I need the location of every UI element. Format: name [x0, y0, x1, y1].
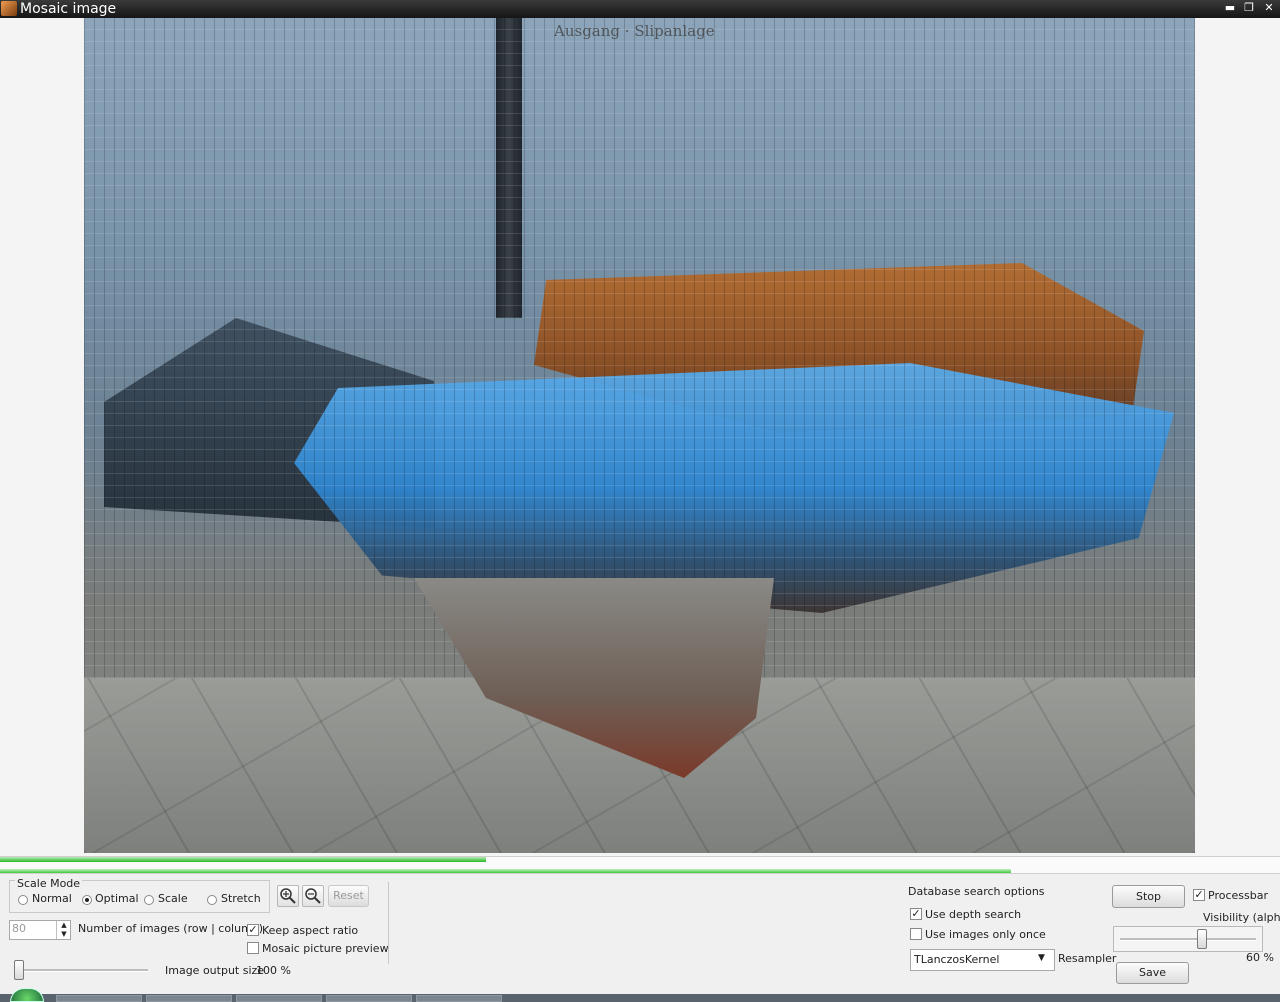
- taskbar-item[interactable]: [326, 995, 412, 1002]
- visibility-slider[interactable]: [1196, 929, 1207, 949]
- title-bar: [0, 0, 1280, 18]
- depth-search-checkbox[interactable]: ✓: [910, 908, 922, 920]
- window-title: Mosaic image: [20, 1, 117, 17]
- resampler-value: TLanczosKernel: [914, 953, 1000, 966]
- divider: [388, 882, 389, 964]
- radio-optimal-label: Optimal: [95, 892, 139, 905]
- stop-button[interactable]: Stop: [1112, 885, 1185, 908]
- visibility-track[interactable]: [1120, 938, 1256, 941]
- images-once-checkbox[interactable]: [910, 928, 922, 940]
- checkmark-icon: ✓: [1194, 888, 1204, 901]
- images-once-label: Use images only once: [925, 928, 1046, 941]
- maximize-button[interactable]: ❐: [1241, 1, 1257, 14]
- app-icon: [1, 1, 17, 16]
- visibility-label: Visibility (alpha): [1203, 911, 1280, 924]
- mosaic-image[interactable]: Ausgang · Slipanlage: [84, 18, 1195, 853]
- zoom-out-icon: [305, 888, 321, 904]
- start-button[interactable]: [10, 988, 44, 1002]
- processbar-label: Processbar: [1208, 889, 1268, 902]
- checkmark-icon: ✓: [248, 923, 258, 936]
- taskbar-item[interactable]: [236, 995, 322, 1002]
- image-count-label: Number of images (row | column): [78, 922, 264, 935]
- output-size-track[interactable]: [18, 969, 148, 972]
- resampler-label: Resampler: [1058, 952, 1117, 965]
- checkmark-icon: ✓: [911, 907, 921, 920]
- close-button[interactable]: ✕: [1261, 1, 1277, 14]
- radio-optimal[interactable]: [82, 895, 92, 905]
- mosaic-caption: Ausgang · Slipanlage: [554, 22, 715, 40]
- keep-aspect-checkbox[interactable]: ✓: [247, 924, 259, 936]
- spinner-arrows[interactable]: ▲ ▼: [56, 921, 71, 939]
- save-button[interactable]: Save: [1116, 962, 1189, 984]
- current-progress-bar: [0, 869, 1012, 873]
- taskbar-item[interactable]: [416, 995, 502, 1002]
- zoom-in-icon: [280, 888, 296, 904]
- scale-mode-legend: Scale Mode: [15, 877, 83, 890]
- zoom-in-button[interactable]: [277, 885, 299, 907]
- radio-normal[interactable]: [18, 895, 28, 905]
- preview-checkbox[interactable]: [247, 942, 259, 954]
- radio-stretch[interactable]: [207, 895, 217, 905]
- image-count-value: 80: [12, 922, 26, 935]
- radio-scale[interactable]: [144, 895, 154, 905]
- output-size-label: Image output size: [165, 964, 265, 977]
- spinner-up-icon[interactable]: ▲: [57, 921, 71, 930]
- chevron-down-icon[interactable]: ▼: [1038, 953, 1045, 963]
- depth-search-label: Use depth search: [925, 908, 1022, 921]
- radio-normal-label: Normal: [32, 892, 72, 905]
- database-options-title: Database search options: [908, 885, 1045, 898]
- taskbar-item[interactable]: [146, 995, 232, 1002]
- overall-progress-bar: [0, 857, 487, 862]
- spinner-down-icon[interactable]: ▼: [57, 930, 71, 939]
- taskbar-item[interactable]: [56, 995, 142, 1002]
- preview-label: Mosaic picture preview: [262, 942, 389, 955]
- output-size-value: 100 %: [256, 964, 291, 977]
- zoom-out-button[interactable]: [302, 885, 324, 907]
- radio-scale-label: Scale: [158, 892, 188, 905]
- radio-stretch-label: Stretch: [221, 892, 261, 905]
- processbar-checkbox[interactable]: ✓: [1193, 889, 1205, 901]
- minimize-button[interactable]: ▬: [1222, 1, 1238, 14]
- keep-aspect-label: Keep aspect ratio: [262, 924, 359, 937]
- reset-button[interactable]: Reset: [328, 885, 369, 907]
- output-size-slider[interactable]: [14, 960, 24, 980]
- visibility-value: 60 %: [1246, 951, 1274, 964]
